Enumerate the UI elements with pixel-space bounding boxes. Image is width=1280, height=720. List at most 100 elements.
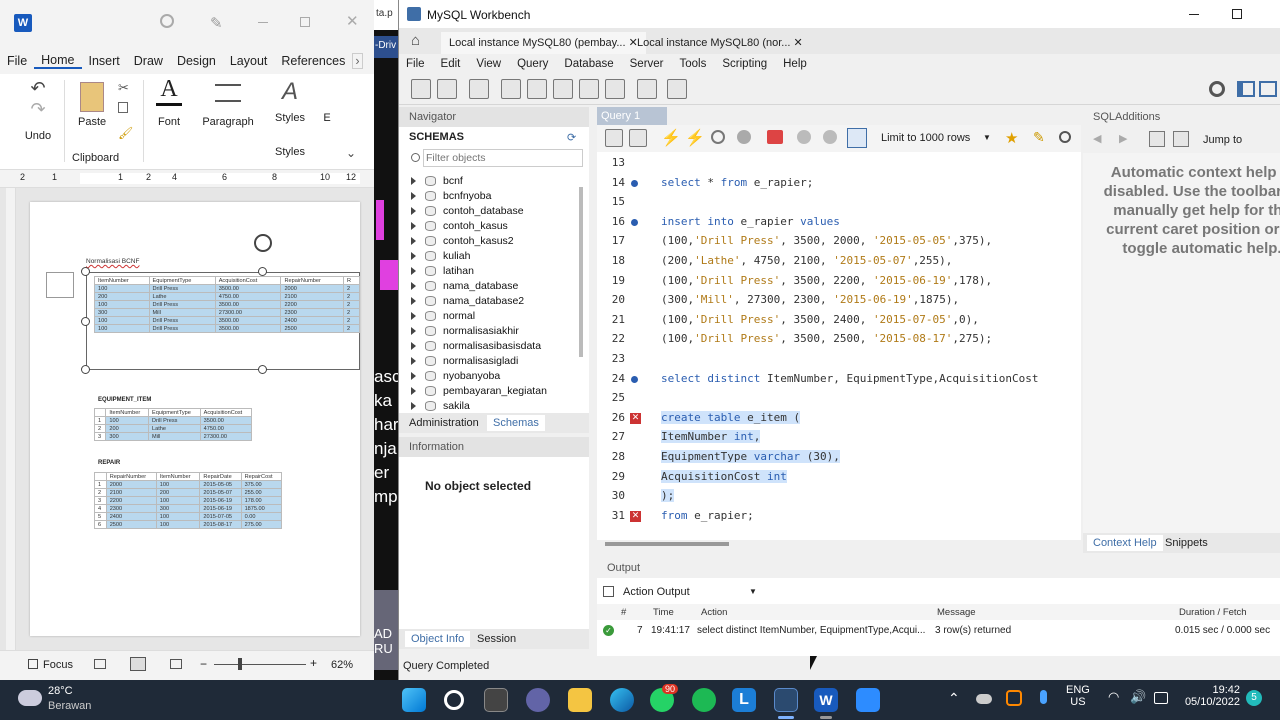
code-line[interactable]: 26 ✕ create table e_item ( bbox=[597, 409, 1081, 428]
word-menu-insert[interactable]: Insert bbox=[82, 54, 127, 68]
file-explorer-icon[interactable] bbox=[568, 688, 592, 712]
limit-rows-select[interactable]: Limit to 1000 rows bbox=[881, 132, 993, 144]
toggle-autocommit-icon[interactable] bbox=[767, 130, 783, 144]
output-type-select[interactable]: Action Output ▼ bbox=[619, 584, 759, 602]
find-icon[interactable] bbox=[1059, 131, 1071, 143]
menu-help[interactable]: Help bbox=[776, 58, 816, 70]
menu-view[interactable]: View bbox=[469, 58, 510, 70]
undo-icon[interactable]: ↶ bbox=[18, 78, 58, 99]
focus-button[interactable]: Focus bbox=[43, 659, 73, 671]
create-view-icon[interactable] bbox=[553, 79, 573, 99]
toggle-output-icon[interactable] bbox=[1259, 81, 1277, 97]
menu-query[interactable]: Query bbox=[510, 58, 557, 70]
redo-icon[interactable]: ↷ bbox=[18, 99, 58, 120]
search-table-data-icon[interactable] bbox=[637, 79, 657, 99]
rollback-icon[interactable] bbox=[823, 130, 837, 144]
language-indicator[interactable]: ENG US bbox=[1066, 684, 1090, 708]
menu-edit[interactable]: Edit bbox=[434, 58, 470, 70]
query-tab[interactable]: Query 1 bbox=[597, 107, 667, 125]
file-manager-icon[interactable] bbox=[484, 688, 508, 712]
ribbon-scroll-right-icon[interactable]: › bbox=[352, 53, 363, 69]
create-procedure-icon[interactable] bbox=[579, 79, 599, 99]
resize-handle[interactable] bbox=[81, 365, 90, 374]
weather-cloud-icon[interactable] bbox=[18, 690, 42, 706]
focus-icon[interactable] bbox=[28, 659, 38, 669]
execute-current-icon[interactable]: ⚡ bbox=[685, 128, 705, 148]
cut-icon[interactable]: ✂ bbox=[118, 80, 129, 96]
notification-badge[interactable]: 5 bbox=[1246, 690, 1262, 706]
stop-icon[interactable] bbox=[737, 130, 751, 144]
col-message[interactable]: Message bbox=[937, 607, 976, 618]
col-time[interactable]: Time bbox=[653, 607, 674, 618]
explain-icon[interactable] bbox=[711, 130, 725, 144]
expand-arrow-icon[interactable] bbox=[411, 371, 416, 380]
tab-context-help[interactable]: Context Help bbox=[1087, 535, 1163, 551]
schema-item[interactable]: nama_database bbox=[411, 278, 518, 293]
code-line[interactable]: 31 ✕ from e_rapier; bbox=[597, 507, 1081, 526]
ribbon-collapse-icon[interactable]: ⌄ bbox=[346, 146, 356, 160]
maximize-icon[interactable] bbox=[1232, 9, 1242, 19]
schema-item[interactable]: latihan bbox=[411, 263, 474, 278]
code-line[interactable]: 17 (100,'Drill Press', 3500, 2000, '2015-… bbox=[597, 232, 1081, 251]
edge-icon[interactable] bbox=[610, 688, 634, 712]
schema-item[interactable]: bcnf bbox=[411, 173, 463, 188]
new-sql-tab-icon[interactable] bbox=[411, 79, 431, 99]
jump-to-select[interactable]: Jump to bbox=[1203, 134, 1242, 146]
mysql-workbench-icon[interactable] bbox=[774, 688, 798, 712]
paste-icon[interactable] bbox=[80, 82, 104, 112]
weather-temp[interactable]: 28°C bbox=[48, 685, 73, 697]
manual-help-icon[interactable] bbox=[1149, 131, 1165, 147]
settings-gear-icon[interactable] bbox=[1209, 81, 1225, 97]
copy-output-icon[interactable] bbox=[603, 586, 614, 597]
code-line[interactable]: 19 (100,'Drill Press', 3500, 2200, '2015-… bbox=[597, 272, 1081, 291]
expand-arrow-icon[interactable] bbox=[411, 296, 416, 305]
show-hidden-icons-icon[interactable]: ⌃ bbox=[948, 690, 960, 707]
execute-icon[interactable]: ⚡ bbox=[661, 128, 681, 148]
close-icon[interactable]: ✕ bbox=[346, 12, 359, 30]
menu-scripting[interactable]: Scripting bbox=[715, 58, 776, 70]
pen-icon[interactable]: ✎ bbox=[210, 14, 223, 32]
microphone-icon[interactable] bbox=[1040, 690, 1047, 704]
copy-icon[interactable] bbox=[118, 102, 128, 113]
connection-tab-active[interactable]: Local instance MySQL80 (pembay... ✕ bbox=[441, 32, 646, 54]
col-duration[interactable]: Duration / Fetch bbox=[1179, 607, 1247, 618]
styles-group[interactable]: A Styles Styles bbox=[268, 74, 312, 158]
expand-arrow-icon[interactable] bbox=[411, 401, 416, 410]
schema-item[interactable]: nama_database2 bbox=[411, 293, 524, 308]
layout-options-icon[interactable] bbox=[46, 272, 74, 298]
schema-item[interactable]: contoh_database bbox=[411, 203, 524, 218]
tab-session[interactable]: Session bbox=[477, 633, 516, 645]
expand-arrow-icon[interactable] bbox=[411, 176, 416, 185]
code-line[interactable]: 15 bbox=[597, 193, 1081, 212]
spotify-icon[interactable] bbox=[692, 688, 716, 712]
open-file-icon[interactable] bbox=[605, 129, 623, 147]
schema-item[interactable]: bcnfnyoba bbox=[411, 188, 491, 203]
schema-item[interactable]: sakila bbox=[411, 398, 470, 413]
code-line[interactable]: 13 bbox=[597, 154, 1081, 173]
tab-object-info[interactable]: Object Info bbox=[405, 631, 471, 647]
expand-arrow-icon[interactable] bbox=[411, 281, 416, 290]
sql-editor[interactable]: 13 14 select * from e_rapier; 15 16 insert in… bbox=[597, 152, 1081, 546]
schema-item[interactable]: normalisasiakhir bbox=[411, 323, 519, 338]
code-line[interactable]: 25 bbox=[597, 389, 1081, 408]
document-page[interactable]: Normalisasi BCNF ItemNumber EquipmentType… bbox=[30, 202, 360, 636]
minimize-icon[interactable] bbox=[258, 22, 268, 23]
schema-item[interactable]: normal bbox=[411, 308, 475, 323]
print-layout-icon[interactable] bbox=[130, 657, 146, 671]
code-line[interactable]: 30); bbox=[597, 487, 1081, 506]
rotate-handle-icon[interactable] bbox=[254, 234, 272, 252]
col-number[interactable]: # bbox=[621, 607, 626, 618]
zoom-out-button[interactable]: − bbox=[200, 657, 207, 671]
menu-database[interactable]: Database bbox=[557, 58, 622, 70]
schema-item[interactable]: pembayaran_kegiatan bbox=[411, 383, 547, 398]
create-function-icon[interactable] bbox=[605, 79, 625, 99]
battery-icon[interactable] bbox=[1154, 692, 1168, 704]
resize-handle[interactable] bbox=[258, 365, 267, 374]
connection-tab[interactable]: Local instance MySQL80 (nor... ✕ bbox=[629, 32, 811, 54]
expand-arrow-icon[interactable] bbox=[411, 341, 416, 350]
zoom-level[interactable]: 62% bbox=[331, 659, 353, 671]
word-menu-references[interactable]: References bbox=[274, 54, 352, 68]
volume-icon[interactable]: 🔊 bbox=[1130, 689, 1146, 705]
tab-administration[interactable]: Administration bbox=[409, 417, 479, 429]
zoom-in-button[interactable]: + bbox=[310, 656, 317, 670]
